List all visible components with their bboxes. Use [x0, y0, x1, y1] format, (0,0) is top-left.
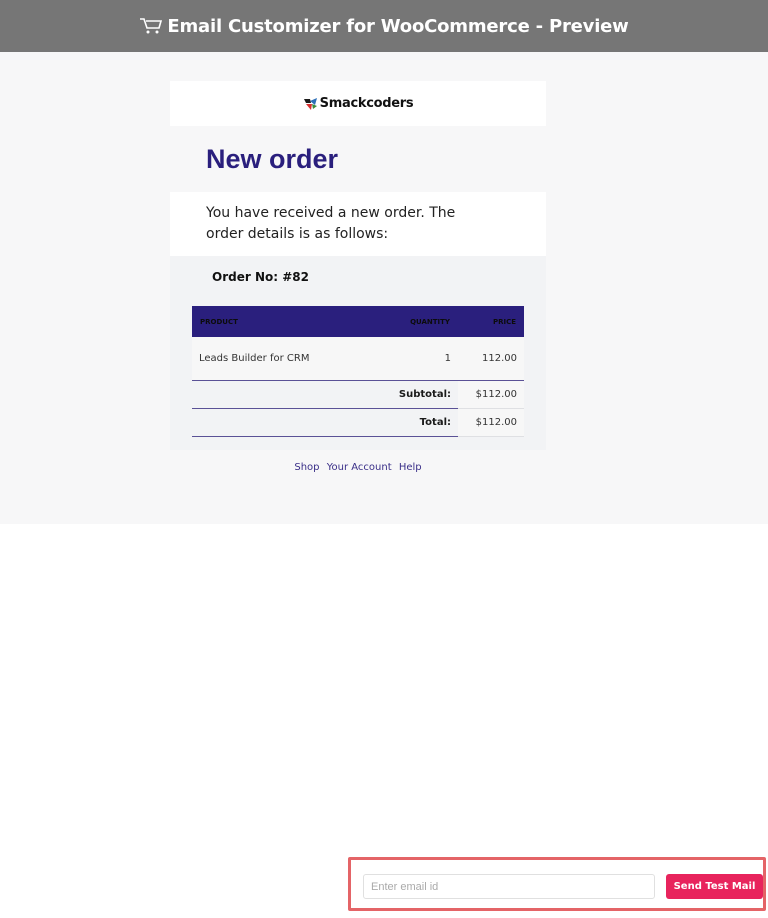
total-row: Total: $112.00	[192, 408, 524, 437]
subtotal-spacer	[192, 380, 382, 409]
cart-icon	[140, 18, 163, 34]
email-id-input[interactable]	[363, 874, 655, 899]
product-quantity: 1	[382, 337, 458, 381]
product-name: Leads Builder for CRM	[192, 337, 382, 381]
footer-link-account[interactable]: Your Account	[327, 462, 392, 473]
product-price: 112.00	[458, 337, 524, 381]
column-header-price: PRICE	[458, 306, 524, 337]
app-header: Email Customizer for WooCommerce - Previ…	[0, 0, 768, 52]
heading-section: New order	[170, 126, 546, 192]
brand-logo-icon	[303, 97, 317, 110]
order-details: Order No: #82 PRODUCT QUANTITY PRICE Lea…	[170, 256, 546, 450]
order-items-table: PRODUCT QUANTITY PRICE Leads Builder for…	[192, 306, 524, 437]
test-mail-panel: Send Test Mail	[348, 857, 766, 911]
column-header-quantity: QUANTITY	[382, 306, 458, 337]
send-test-mail-button[interactable]: Send Test Mail	[666, 874, 763, 899]
email-preview: Smackcoders New order You have received …	[170, 81, 546, 450]
app-title: Email Customizer for WooCommerce - Previ…	[167, 15, 629, 37]
subtotal-value: $112.00	[458, 380, 524, 409]
footer-link-help[interactable]: Help	[399, 462, 422, 473]
subtotal-label: Subtotal:	[382, 380, 458, 409]
intro-text: You have received a new order. The order…	[206, 205, 456, 242]
total-label: Total:	[382, 408, 458, 437]
column-header-product: PRODUCT	[192, 306, 382, 337]
brand-logo-text: Smackcoders	[319, 96, 414, 111]
brand-logo: Smackcoders	[303, 96, 414, 111]
logo-section: Smackcoders	[170, 81, 546, 126]
email-footer-links: Shop Your Account Help	[170, 462, 546, 473]
table-row: Leads Builder for CRM 1 112.00	[192, 337, 524, 381]
total-value: $112.00	[458, 408, 524, 437]
footer-link-shop[interactable]: Shop	[294, 462, 319, 473]
intro-section: You have received a new order. The order…	[170, 192, 546, 256]
email-heading: New order	[206, 143, 339, 174]
order-number: Order No: #82	[212, 270, 309, 284]
total-spacer	[192, 408, 382, 437]
table-header-row: PRODUCT QUANTITY PRICE	[192, 306, 524, 337]
subtotal-row: Subtotal: $112.00	[192, 380, 524, 409]
